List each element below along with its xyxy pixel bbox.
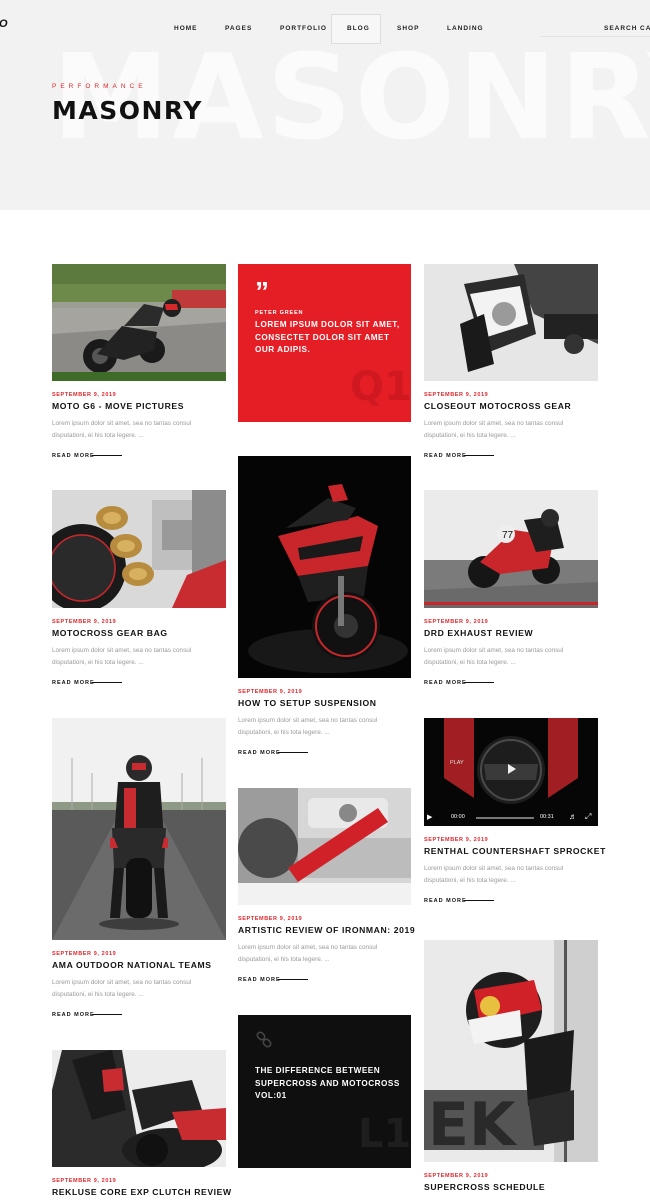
quote-author: PETER GREEN [255, 310, 304, 316]
quote-post-card[interactable]: ” PETER GREEN LOREM IPSUM DOLOR SIT AMET… [238, 264, 411, 422]
post-date: SEPTEMBER 9, 2019 [424, 619, 489, 625]
svg-text:EK: EK [428, 1090, 518, 1160]
post-title[interactable]: AMA OUTDOOR NATIONAL TEAMS [52, 960, 212, 970]
read-more-link[interactable]: READ MORE [52, 1012, 95, 1018]
link-icon [256, 1031, 272, 1048]
post-image-closeout[interactable] [424, 264, 598, 381]
post-title[interactable]: MOTO G6 - MOVE PICTURES [52, 401, 184, 411]
post-date: SEPTEMBER 9, 2019 [52, 392, 117, 398]
arrow-right-icon [92, 455, 122, 456]
post-date: SEPTEMBER 9, 2019 [424, 392, 489, 398]
site-logo[interactable]: IO [0, 18, 8, 30]
quote-text: LOREM IPSUM DOLOR SIT AMET, CONSECTET DO… [255, 320, 400, 354]
post-date: SEPTEMBER 9, 2019 [238, 689, 303, 695]
post-title[interactable]: MOTOCROSS GEAR BAG [52, 628, 168, 638]
post-image-rekluse[interactable] [52, 1050, 226, 1167]
hero-subtitle: PERFORMANCE [52, 83, 147, 90]
link-post-card[interactable]: THE DIFFERENCE BETWEEN SUPERCROSS AND MO… [238, 1015, 411, 1168]
post-excerpt: Lorem ipsum dolor sit amet, sea no tanta… [52, 420, 192, 439]
post-excerpt: Lorem ipsum dolor sit amet, sea no tanta… [52, 979, 192, 998]
read-more-link[interactable]: READ MORE [238, 977, 281, 983]
read-more-link[interactable]: READ MORE [424, 680, 467, 686]
post-image-gear-bag[interactable] [52, 490, 226, 608]
nav-item-portfolio[interactable]: PORTFOLIO [280, 25, 327, 32]
nav-item-home[interactable]: HOME [174, 25, 198, 32]
video-duration: 00:31 [540, 814, 554, 820]
video-progress-track[interactable] [476, 817, 534, 819]
post-image-suspension[interactable] [238, 456, 411, 678]
post-excerpt: Lorem ipsum dolor sit amet, sea no tanta… [238, 717, 378, 736]
post-date: SEPTEMBER 9, 2019 [52, 1178, 117, 1184]
arrow-right-icon [464, 900, 494, 901]
read-more-link[interactable]: READ MORE [424, 898, 467, 904]
arrow-right-icon [464, 682, 494, 683]
post-date: SEPTEMBER 9, 2019 [424, 1173, 489, 1179]
post-title[interactable]: HOW TO SETUP SUSPENSION [238, 698, 377, 708]
fullscreen-icon[interactable]: ⤢ [585, 812, 591, 822]
post-image-ama-outdoor[interactable] [52, 718, 226, 940]
post-title[interactable]: RENTHAL COUNTERSHAFT SPROCKET [424, 846, 606, 856]
post-excerpt: Lorem ipsum dolor sit amet, sea no tanta… [424, 865, 564, 884]
post-title[interactable]: CLOSEOUT MOTOCROSS GEAR [424, 401, 571, 411]
cart-button[interactable]: CA [640, 25, 650, 32]
post-excerpt: Lorem ipsum dolor sit amet, sea no tanta… [424, 420, 564, 439]
play-icon[interactable]: ▶ [427, 813, 432, 821]
arrow-right-icon [92, 682, 122, 683]
arrow-right-icon [278, 979, 308, 980]
link-text: THE DIFFERENCE BETWEEN SUPERCROSS AND MO… [255, 1066, 400, 1100]
video-controls: ▶ 00:00 00:31 ♬ ⤢ [424, 808, 598, 826]
nav-item-landing[interactable]: LANDING [447, 25, 484, 32]
quote-badge: Q1 [350, 364, 411, 410]
post-excerpt: Lorem ipsum dolor sit amet, sea no tanta… [424, 647, 564, 666]
page-title: MASONRY [52, 96, 203, 125]
post-title[interactable]: DRD EXHAUST REVIEW [424, 628, 533, 638]
post-image-supercross[interactable]: EK [424, 940, 598, 1162]
post-image-moto-g6[interactable] [52, 264, 226, 381]
post-title[interactable]: ARTISTIC REVIEW OF IRONMAN: 2019 [238, 925, 415, 935]
arrow-right-icon [92, 1014, 122, 1015]
link-badge: L1 [358, 1111, 411, 1157]
volume-icon[interactable]: ♬ [569, 812, 577, 821]
post-date: SEPTEMBER 9, 2019 [424, 837, 489, 843]
post-date: SEPTEMBER 9, 2019 [52, 951, 117, 957]
svg-text:77: 77 [502, 530, 514, 541]
search-button[interactable]: SEARCH [604, 25, 637, 32]
post-excerpt: Lorem ipsum dolor sit amet, sea no tanta… [238, 944, 378, 963]
video-current-time: 00:00 [451, 814, 465, 820]
post-image-drd-exhaust[interactable]: 77 [424, 490, 598, 608]
nav-item-shop[interactable]: SHOP [397, 25, 419, 32]
read-more-link[interactable]: READ MORE [238, 750, 281, 756]
read-more-link[interactable]: READ MORE [424, 453, 467, 459]
read-more-link[interactable]: READ MORE [52, 680, 95, 686]
nav-item-blog[interactable]: BLOG [347, 25, 370, 32]
post-title[interactable]: SUPERCROSS SCHEDULE [424, 1182, 545, 1192]
quote-icon: ” [255, 276, 269, 307]
nav-item-pages[interactable]: PAGES [225, 25, 252, 32]
play-overlay-label[interactable]: PLAY [450, 760, 464, 766]
main-nav: IO HOME PAGES PORTFOLIO BLOG SHOP LANDIN… [0, 0, 650, 48]
post-date: SEPTEMBER 9, 2019 [238, 916, 303, 922]
post-date: SEPTEMBER 9, 2019 [52, 619, 117, 625]
post-image-ironman[interactable] [238, 788, 411, 905]
arrow-right-icon [278, 752, 308, 753]
search-underline [540, 36, 650, 37]
arrow-right-icon [464, 455, 494, 456]
post-title[interactable]: REKLUSE CORE EXP CLUTCH REVIEW [52, 1187, 232, 1197]
post-excerpt: Lorem ipsum dolor sit amet, sea no tanta… [52, 647, 192, 666]
read-more-link[interactable]: READ MORE [52, 453, 95, 459]
